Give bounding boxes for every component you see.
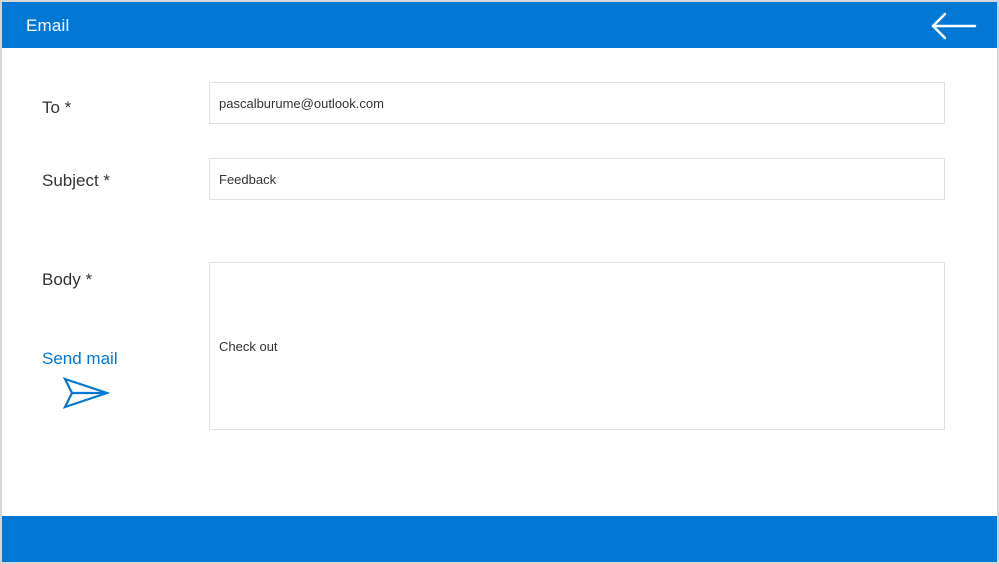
send-mail-link[interactable]: Send mail xyxy=(42,349,118,369)
to-field[interactable] xyxy=(209,82,945,124)
to-label: To * xyxy=(42,98,72,117)
body-field[interactable]: Check out xyxy=(209,262,945,430)
body-label: Body * xyxy=(42,270,93,289)
page-title: Email xyxy=(26,16,70,35)
app-screen: Email To * Subject * Body * Check out Se… xyxy=(0,0,999,564)
header-bar: Email xyxy=(2,0,997,48)
subject-label: Subject * xyxy=(42,171,111,190)
arrow-left-icon xyxy=(931,12,977,40)
footer-bar xyxy=(2,516,997,562)
send-mail-button[interactable] xyxy=(62,376,111,410)
send-icon xyxy=(62,377,111,409)
back-button[interactable] xyxy=(929,8,979,44)
subject-field[interactable] xyxy=(209,158,945,200)
